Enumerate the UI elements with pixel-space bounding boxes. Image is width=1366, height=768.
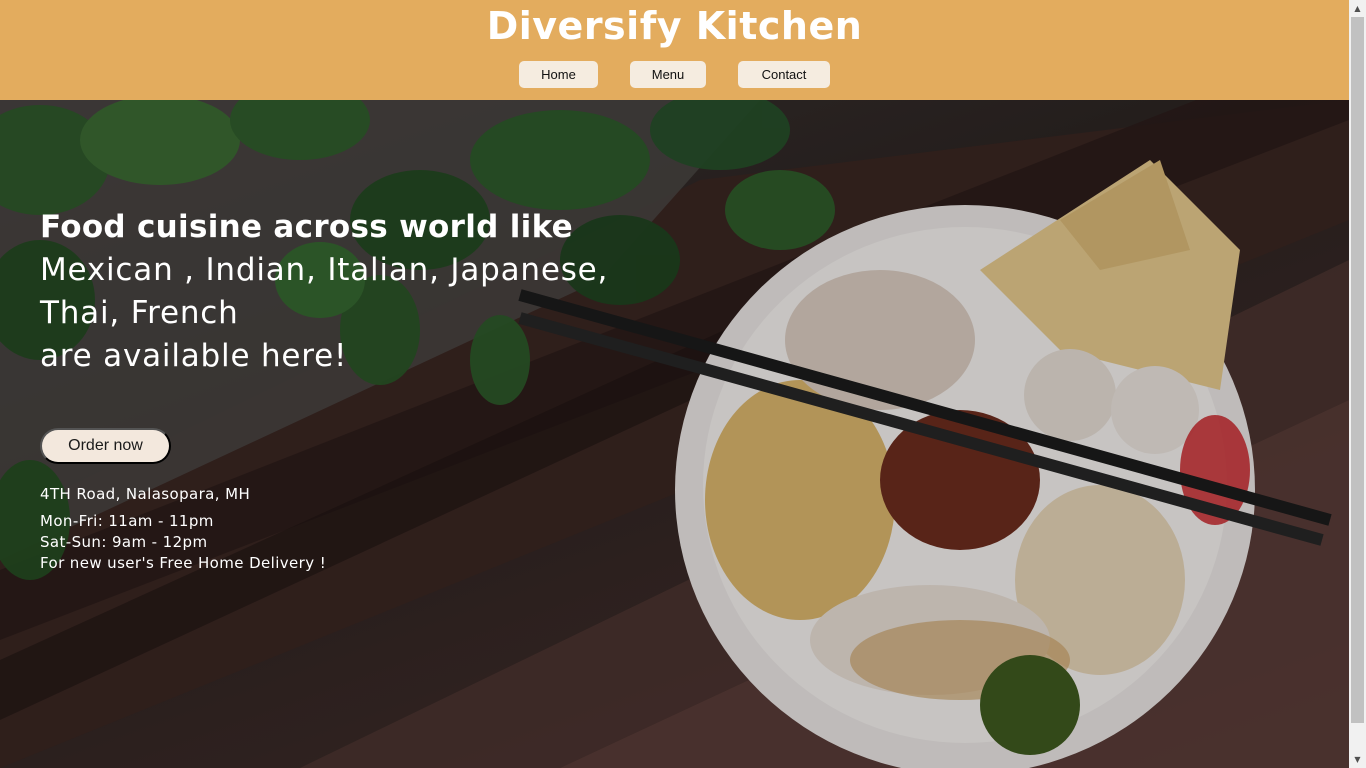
promo-text: For new user's Free Home Delivery ! (40, 554, 327, 572)
hero-background-image (0, 100, 1349, 768)
headline-bold: Food cuisine across world like (40, 209, 574, 245)
nav-home-button[interactable]: Home (519, 61, 598, 88)
hero-headline: Food cuisine across world like Mexican ,… (40, 206, 608, 378)
nav-menu-button[interactable]: Menu (630, 61, 706, 88)
weekday-hours-text: Mon-Fri: 11am - 11pm (40, 512, 214, 530)
site-title: Diversify Kitchen (486, 4, 863, 48)
site-header: Diversify Kitchen Home Menu Contact (0, 0, 1349, 100)
chevron-up-icon[interactable]: ▲ (1349, 0, 1366, 17)
headline-available: are available here! (40, 338, 348, 374)
order-now-button[interactable]: Order now (40, 428, 171, 464)
vertical-scrollbar[interactable]: ▲ ▼ (1349, 0, 1366, 768)
headline-cuisines-1: Mexican , Indian, Italian, Japanese, (40, 252, 609, 288)
headline-cuisines-2: Thai, French (40, 295, 239, 331)
main-nav: Home Menu Contact (0, 61, 1349, 88)
hero-section: Food cuisine across world like Mexican ,… (0, 100, 1349, 768)
address-text: 4TH Road, Nalasopara, MH (40, 485, 251, 503)
chevron-down-icon[interactable]: ▼ (1349, 751, 1366, 768)
weekend-hours-text: Sat-Sun: 9am - 12pm (40, 533, 208, 551)
nav-contact-button[interactable]: Contact (738, 61, 830, 88)
scrollbar-thumb[interactable] (1351, 17, 1364, 723)
